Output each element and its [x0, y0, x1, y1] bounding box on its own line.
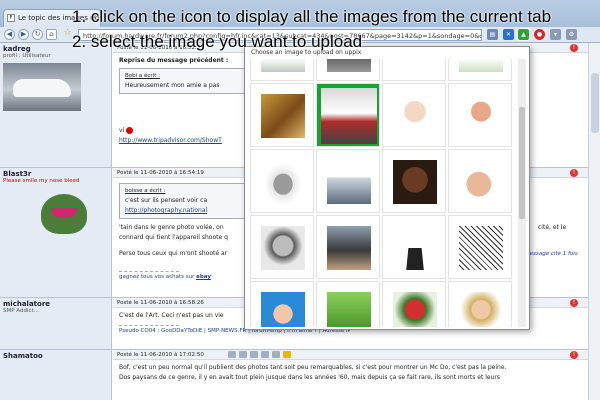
- forum-post: Shamatoo Posté le 11-06-2010 à 17:02:50 …: [0, 350, 588, 400]
- post-text-right: cité, et le: [538, 224, 567, 231]
- post-text: Perso tous ceux qui m'ont shooté ar: [119, 250, 228, 257]
- home-icon[interactable]: ⌂: [46, 29, 57, 40]
- username: michalatore: [3, 300, 51, 308]
- user-info: Blast3r Please smile my nose bleed: [0, 168, 112, 297]
- message-action-icon[interactable]: [272, 351, 280, 358]
- forward-arrow-icon[interactable]: ▶: [18, 29, 29, 40]
- image-thumbnail[interactable]: [316, 281, 380, 327]
- tools-menu-icon[interactable]: ▾: [550, 29, 561, 40]
- image-picker-popup: Choose an image to upload on uppix: [244, 46, 530, 330]
- image-thumbnail[interactable]: [448, 149, 512, 213]
- scrollbar-thumb[interactable]: [591, 73, 599, 133]
- reply-action-icon[interactable]: [239, 351, 247, 358]
- image-thumbnail[interactable]: [250, 281, 314, 327]
- alert-icon[interactable]: !: [570, 351, 578, 359]
- post-link[interactable]: http://www.tripadvisor.com/ShowT: [119, 137, 222, 144]
- instruction-step-1: 1. click on the icon to display all the …: [72, 7, 552, 26]
- image-thumbnail[interactable]: [382, 149, 446, 213]
- wrench-icon[interactable]: ⚙: [566, 29, 577, 40]
- image-thumbnail[interactable]: [382, 59, 446, 81]
- image-thumbnail[interactable]: [250, 215, 314, 279]
- quote-text: c'est sur ils pensent voir ca: [125, 197, 208, 204]
- quote-author: Bobi a écrit :: [125, 73, 160, 79]
- post-date: Posté le 11-06-2010 à 17:02:50: [117, 352, 204, 358]
- alert-icon[interactable]: !: [570, 169, 578, 177]
- reply-prefix: Reprise du message précédent :: [119, 57, 229, 64]
- back-arrow-icon[interactable]: ◀: [4, 29, 15, 40]
- signature-text: gagnez tous vos achats sur: [119, 274, 195, 280]
- quote-text: Heureusement mon amie a pas: [125, 82, 220, 89]
- picker-scrollbar-thumb[interactable]: [519, 107, 525, 219]
- reload-icon[interactable]: ↻: [32, 29, 43, 40]
- image-thumbnail[interactable]: [250, 83, 314, 147]
- username: Shamatoo: [3, 352, 43, 360]
- alert-icon[interactable]: !: [570, 44, 578, 52]
- quote-box: boisse a écrit : c'est sur ils pensent v…: [119, 183, 259, 219]
- quote-link[interactable]: http://photography.national: [125, 207, 207, 214]
- image-thumbnail[interactable]: [448, 281, 512, 327]
- signature-link[interactable]: ebay: [196, 274, 211, 280]
- post-text: 'tain dans le genre photo volée, on: [119, 224, 224, 231]
- edit-action-icon[interactable]: [250, 351, 258, 358]
- forum-favicon-icon: F: [7, 14, 15, 22]
- post-header: Posté le 11-06-2010 à 17:02:50: [113, 350, 588, 360]
- user-profile: SMP Addict...: [3, 308, 39, 314]
- adblock-icon[interactable]: ●: [534, 29, 545, 40]
- post-text: Dos paysans de ce genre, il y en avait t…: [119, 374, 500, 381]
- quote-action-icon[interactable]: [228, 351, 236, 358]
- user-profile: profil : Utilisateur: [3, 53, 51, 59]
- image-thumbnail[interactable]: [316, 215, 380, 279]
- user-info: michalatore SMP Addict...: [0, 298, 112, 349]
- image-thumbnail[interactable]: [382, 215, 446, 279]
- post-content: Posté le 11-06-2010 à 17:02:50 Bof, c'es…: [113, 350, 588, 400]
- image-grid: [249, 59, 515, 327]
- page-menu-icon[interactable]: ▤: [487, 29, 498, 40]
- star-action-icon[interactable]: [283, 351, 291, 358]
- post-text: vi: [119, 127, 125, 134]
- image-thumbnail[interactable]: [448, 83, 512, 147]
- username: Blast3r: [3, 170, 32, 178]
- quote-author: boisse a écrit :: [125, 188, 166, 194]
- post-date: Posté le 11-06-2010 à 16:54:19: [117, 170, 204, 176]
- profile-action-icon[interactable]: [261, 351, 269, 358]
- red-dot-icon: [126, 127, 134, 134]
- post-text: Bof, c'est un peu normal qu'il publient …: [119, 364, 507, 371]
- uppix-upload-icon[interactable]: ▲: [517, 28, 530, 41]
- image-thumbnail[interactable]: [448, 215, 512, 279]
- post-actions: [228, 351, 294, 360]
- picker-scrollbar[interactable]: [518, 59, 526, 327]
- screenshot-root: F Le topic des images rigolotes ✕ ◀ ▶ ↻ …: [0, 0, 600, 400]
- image-thumbnail[interactable]: [316, 149, 380, 213]
- user-info: kadreg profil : Utilisateur: [0, 43, 112, 167]
- image-thumbnail[interactable]: [382, 281, 446, 327]
- user-profile: Please smile my nose bleed: [3, 178, 80, 184]
- quote-box: Bobi a écrit : Heureusement mon amie a p…: [119, 68, 259, 94]
- alert-icon[interactable]: !: [570, 299, 578, 307]
- avatar: [3, 63, 81, 111]
- image-thumbnail[interactable]: [250, 149, 314, 213]
- avatar: [31, 188, 97, 246]
- image-thumbnail[interactable]: [448, 59, 512, 81]
- user-info: Shamatoo: [0, 350, 112, 400]
- extension-icon[interactable]: ✕: [503, 29, 514, 40]
- instruction-step-2: 2. select the image you want to upload: [72, 32, 363, 51]
- image-thumbnail-selected[interactable]: [316, 83, 380, 147]
- image-thumbnail[interactable]: [250, 59, 314, 81]
- message-cited-label[interactable]: Message cité 1 fois: [525, 249, 578, 259]
- image-thumbnail[interactable]: [382, 83, 446, 147]
- page-scrollbar[interactable]: [588, 43, 600, 400]
- image-thumbnail[interactable]: [316, 59, 380, 81]
